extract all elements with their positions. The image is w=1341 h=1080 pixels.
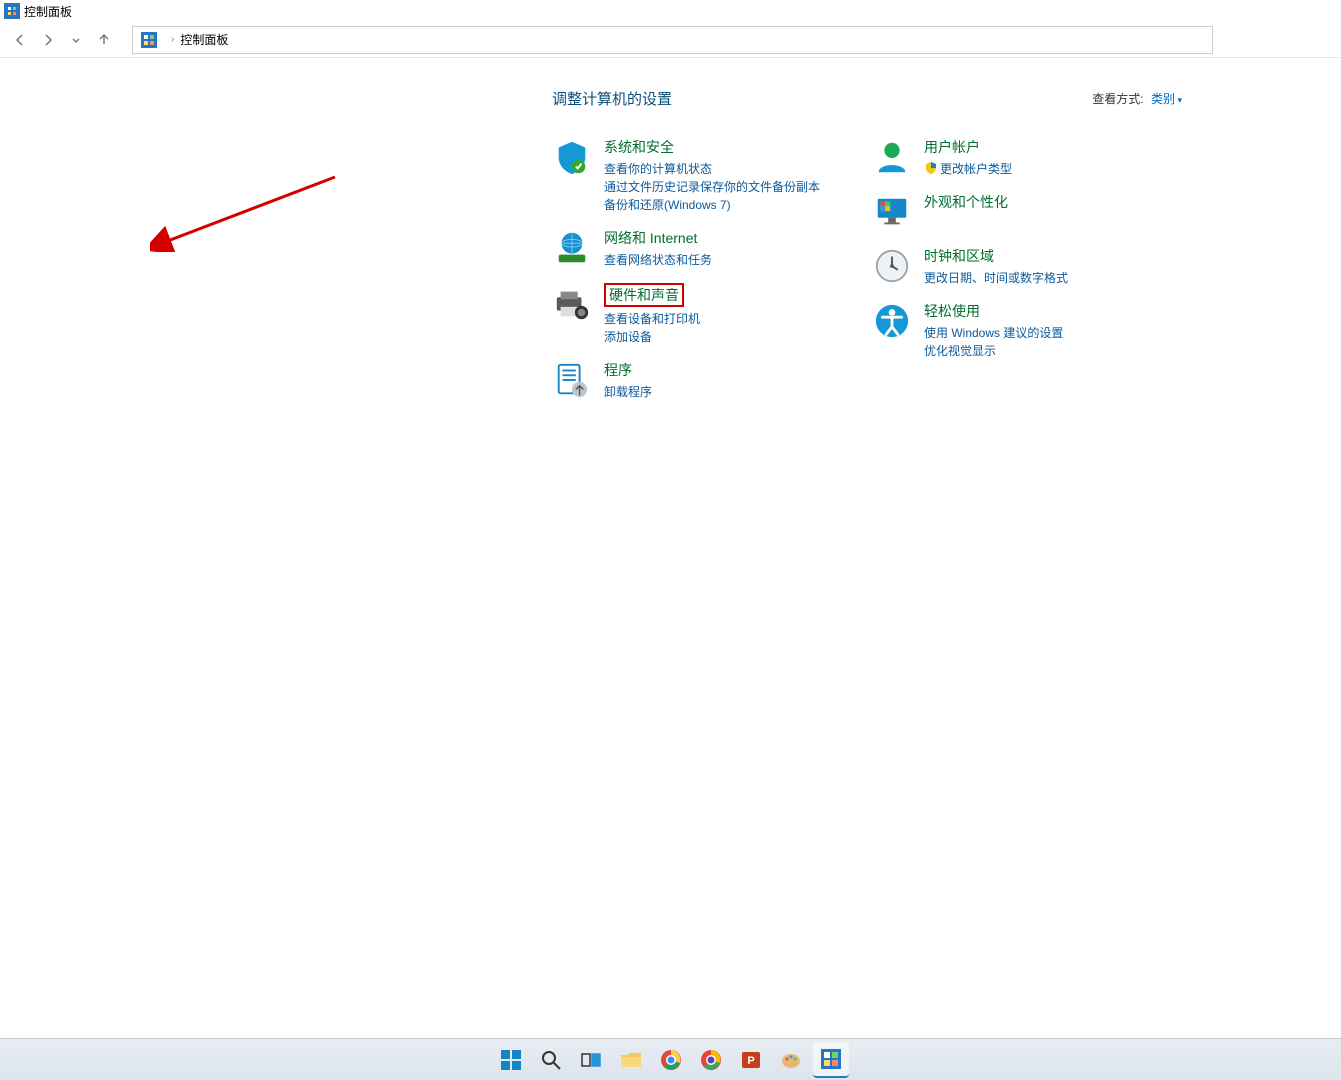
programs-icon: [552, 360, 592, 400]
printer-camera-icon: [552, 283, 592, 323]
category-column-right: 用户帐户 更改帐户类型 外观和个性化: [872, 137, 1152, 415]
category-link[interactable]: 添加设备: [604, 328, 832, 346]
category-title[interactable]: 硬件和声音: [604, 283, 684, 307]
category-ease-of-access: 轻松使用 使用 Windows 建议的设置 优化视觉显示: [872, 301, 1152, 360]
start-button[interactable]: [493, 1042, 529, 1078]
controlpanel-button[interactable]: [813, 1042, 849, 1078]
search-button[interactable]: [533, 1042, 569, 1078]
taskbar: P: [0, 1038, 1341, 1080]
category-system-security: 系统和安全 查看你的计算机状态 通过文件历史记录保存你的文件备份副本 备份和还原…: [552, 137, 832, 214]
content-area: 调整计算机的设置 查看方式: 类别 系统和安全 查看你的计算机状态 通过文件历史…: [0, 58, 1341, 415]
view-by-dropdown[interactable]: 类别: [1151, 92, 1182, 106]
explorer-button[interactable]: [613, 1042, 649, 1078]
breadcrumb-current[interactable]: 控制面板: [180, 31, 228, 48]
control-panel-icon: [4, 3, 20, 19]
view-by-label: 查看方式:: [1092, 92, 1143, 106]
category-title[interactable]: 程序: [604, 360, 632, 380]
back-button[interactable]: [8, 28, 32, 52]
user-icon: [872, 137, 912, 177]
category-title[interactable]: 时钟和区域: [924, 246, 994, 266]
category-title[interactable]: 网络和 Internet: [604, 228, 697, 248]
category-link[interactable]: 查看设备和打印机: [604, 310, 832, 328]
category-programs: 程序 卸载程序: [552, 360, 832, 401]
svg-text:P: P: [747, 1055, 754, 1067]
annotation-arrow: [150, 172, 340, 252]
category-network-internet: 网络和 Internet 查看网络状态和任务: [552, 228, 832, 269]
up-button[interactable]: [92, 28, 116, 52]
chevron-right-icon: ›: [171, 34, 174, 45]
shield-icon: [552, 137, 592, 177]
category-column-left: 系统和安全 查看你的计算机状态 通过文件历史记录保存你的文件备份副本 备份和还原…: [552, 137, 832, 415]
category-link[interactable]: 优化视觉显示: [924, 342, 1152, 360]
category-link[interactable]: 使用 Windows 建议的设置: [924, 324, 1152, 342]
accessibility-icon: [872, 301, 912, 341]
category-clock-region: 时钟和区域 更改日期、时间或数字格式: [872, 246, 1152, 287]
view-by: 查看方式: 类别: [1092, 90, 1182, 107]
page-title: 调整计算机的设置: [552, 88, 672, 109]
category-hardware-sound: 硬件和声音 查看设备和打印机 添加设备: [552, 283, 832, 346]
taskview-button[interactable]: [573, 1042, 609, 1078]
paint-button[interactable]: [773, 1042, 809, 1078]
recent-dropdown[interactable]: [64, 28, 88, 52]
category-link[interactable]: 通过文件历史记录保存你的文件备份副本: [604, 178, 832, 196]
globe-network-icon: [552, 228, 592, 268]
monitor-icon: [872, 192, 912, 232]
chrome-canary-button[interactable]: [693, 1042, 729, 1078]
category-title[interactable]: 轻松使用: [924, 301, 980, 321]
category-title[interactable]: 系统和安全: [604, 137, 674, 157]
category-title[interactable]: 外观和个性化: [924, 192, 1008, 212]
titlebar: 控制面板: [0, 0, 1341, 22]
category-link[interactable]: 查看网络状态和任务: [604, 251, 832, 269]
address-bar[interactable]: › 控制面板: [132, 26, 1213, 54]
clock-icon: [872, 246, 912, 286]
category-link[interactable]: 备份和还原(Windows 7): [604, 196, 832, 214]
window-title: 控制面板: [24, 3, 72, 20]
nav-toolbar: › 控制面板: [0, 22, 1341, 58]
category-link[interactable]: 更改日期、时间或数字格式: [924, 269, 1152, 287]
category-user-accounts: 用户帐户 更改帐户类型: [872, 137, 1152, 178]
category-title[interactable]: 用户帐户: [924, 137, 980, 157]
chrome-button[interactable]: [653, 1042, 689, 1078]
category-link[interactable]: 更改帐户类型: [924, 160, 1152, 178]
uac-shield-icon: [924, 161, 938, 175]
category-link[interactable]: 查看你的计算机状态: [604, 160, 832, 178]
address-icon: [141, 32, 157, 48]
category-appearance-personalization: 外观和个性化: [872, 192, 1152, 232]
forward-button[interactable]: [36, 28, 60, 52]
powerpoint-button[interactable]: P: [733, 1042, 769, 1078]
category-link[interactable]: 卸载程序: [604, 383, 832, 401]
